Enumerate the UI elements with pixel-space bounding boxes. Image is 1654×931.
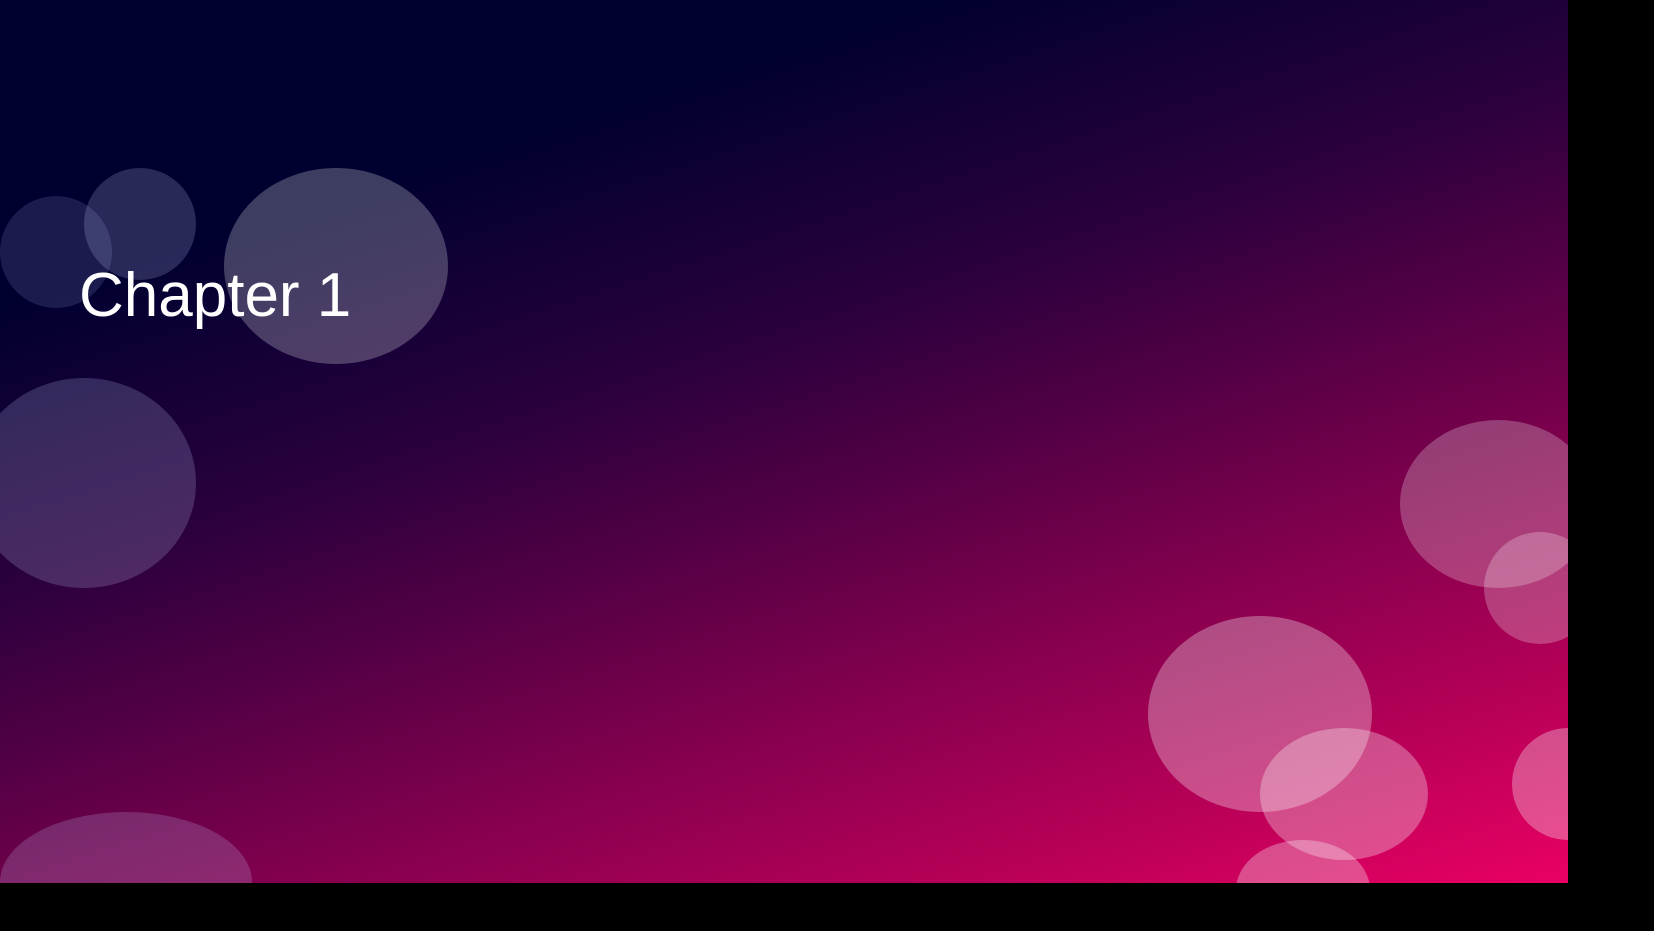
- slide: Chapter 1: [0, 0, 1568, 883]
- decorative-bubble: [1512, 728, 1568, 840]
- presentation-stage: Chapter 1: [0, 0, 1654, 931]
- slide-title: Chapter 1: [79, 261, 352, 330]
- decorative-bubble: [1260, 728, 1428, 860]
- decorative-bubble: [0, 812, 252, 883]
- decorative-bubble: [0, 378, 196, 588]
